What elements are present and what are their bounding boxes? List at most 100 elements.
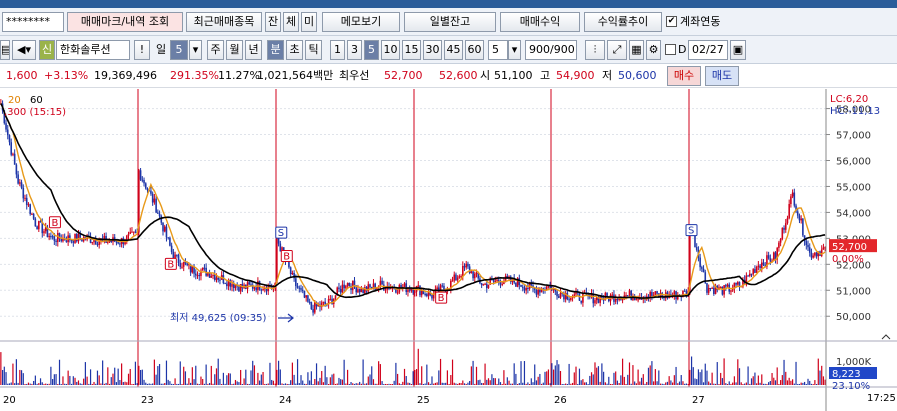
candle-body (784, 223, 787, 230)
candle-body (822, 247, 825, 250)
candle-body (719, 286, 722, 288)
interval-5-button[interactable]: 5 (364, 40, 379, 60)
interval-10-button[interactable]: 10 (381, 40, 400, 60)
volume-bar (70, 383, 73, 385)
volume-bar (152, 383, 154, 385)
volume-bar (457, 383, 459, 385)
interval-45-button[interactable]: 45 (444, 40, 463, 60)
return-trend-button[interactable]: 수익률추이 (584, 12, 662, 32)
trade-profit-button[interactable]: 매매수익 (500, 12, 580, 32)
candle-body (582, 293, 584, 303)
volume-bar (379, 364, 381, 385)
volume-bar (371, 366, 373, 385)
candle-body (12, 153, 14, 155)
chevron-down-icon[interactable]: ▾ (508, 40, 521, 60)
account-number-input[interactable]: ******** (2, 12, 64, 32)
volume-bar (632, 365, 634, 385)
volume-bar (191, 367, 193, 385)
volume-bar (659, 383, 662, 385)
volume-bar (594, 362, 596, 385)
account-link-checkbox[interactable]: ✔ (666, 16, 677, 27)
candle-body (760, 262, 763, 269)
period-week-button[interactable]: 주 (207, 40, 224, 60)
chart-menu-icon[interactable]: ▤ (0, 40, 10, 60)
buy-button[interactable]: 매수 (667, 66, 701, 86)
sell-button[interactable]: 매도 (705, 66, 739, 86)
indicator-tools-icon[interactable]: ⤢ (607, 40, 627, 60)
period-minute-button[interactable]: 분 (267, 40, 284, 60)
volume-bar (238, 382, 240, 385)
period-year-button[interactable]: 년 (245, 40, 262, 60)
candle-body (167, 237, 169, 239)
volume-bar (77, 380, 80, 385)
volume-bar (357, 383, 359, 385)
volume-bar (245, 369, 247, 385)
recent-trade-items-button[interactable]: 최근매매종목 (186, 12, 262, 32)
candle-body (334, 295, 337, 299)
interval-30-button[interactable]: 30 (423, 40, 442, 60)
grid-icon[interactable]: ▦ (629, 40, 644, 60)
volume-bar (474, 383, 476, 385)
candle-body (38, 221, 40, 230)
period-month-button[interactable]: 월 (226, 40, 243, 60)
daily-balance-button[interactable]: 일별잔고 (404, 12, 496, 32)
volume-bar (756, 383, 758, 385)
interval-1-button[interactable]: 1 (330, 40, 345, 60)
marker-letter: B (167, 259, 174, 270)
volume-bar (642, 374, 644, 385)
volume-bar (36, 383, 38, 385)
exclamation-button[interactable]: ! (134, 40, 150, 60)
candle-settings-icon[interactable]: ⫶ (585, 40, 605, 60)
interval-3-button[interactable]: 3 (347, 40, 362, 60)
volume-bar (714, 383, 717, 385)
candle-body (786, 218, 789, 224)
price-chart[interactable]: BBSBBS 58,00057,00056,00055,00054,00053,… (0, 89, 897, 411)
volume-bar (81, 383, 83, 385)
volume-bar (188, 378, 190, 385)
speaker-icon[interactable]: ◀▾ (12, 40, 36, 60)
candle-body (179, 262, 182, 267)
memo-view-button[interactable]: 메모보기 (322, 12, 400, 32)
chevron-down-icon[interactable]: ▾ (189, 40, 202, 60)
unfilled-button[interactable]: 미 (301, 12, 317, 32)
balance-button[interactable]: 잔 (265, 12, 281, 32)
volume-bar (250, 370, 252, 385)
volume-tick-label: 1,000K (836, 357, 872, 368)
volume-bar (809, 380, 811, 385)
volume-bar (597, 366, 600, 385)
period-tick-button[interactable]: 틱 (305, 40, 322, 60)
candle-body (737, 282, 739, 285)
count-select[interactable]: 5 (488, 40, 508, 60)
candle-body (20, 182, 23, 188)
interval-15-button[interactable]: 15 (402, 40, 421, 60)
volume-bar (303, 383, 306, 385)
period-second-button[interactable]: 초 (286, 40, 303, 60)
volume-bar (702, 382, 705, 385)
filled-button[interactable]: 체 (283, 12, 299, 32)
volume-bar (334, 383, 337, 385)
volume-bar (554, 365, 556, 385)
volume-bar (730, 383, 732, 385)
interval-60-button[interactable]: 60 (465, 40, 484, 60)
volume-bar (198, 383, 200, 385)
candle-body (754, 269, 756, 273)
date-input[interactable]: 02/27 (688, 40, 728, 60)
volume-bar (448, 383, 450, 385)
volume-bar (212, 383, 214, 385)
gear-icon[interactable]: ⚙ (646, 40, 661, 60)
stock-name-field[interactable]: 한화솔루션 (56, 40, 130, 60)
volume-bar (537, 376, 539, 385)
trade-mark-history-button[interactable]: 매매마크/내역 조회 (67, 12, 183, 32)
volume-bar (515, 373, 517, 385)
data-count-field[interactable]: 900/900 (525, 40, 577, 60)
candle-body (124, 241, 126, 245)
candle-body (157, 212, 159, 214)
volume-bar (546, 371, 548, 385)
date-checkbox[interactable] (665, 44, 676, 55)
period-value-select[interactable]: 5 (170, 40, 188, 60)
candle-body (131, 231, 133, 233)
volume-bar (315, 363, 318, 385)
candle-body (485, 283, 488, 289)
calendar-icon[interactable]: ▣ (730, 40, 746, 60)
toolbar-chart-row: ▤ ◀▾ 신 한화솔루션 ! 일 5 ▾ 주 월 년 분 초 틱 1 3 5 1… (0, 36, 897, 64)
